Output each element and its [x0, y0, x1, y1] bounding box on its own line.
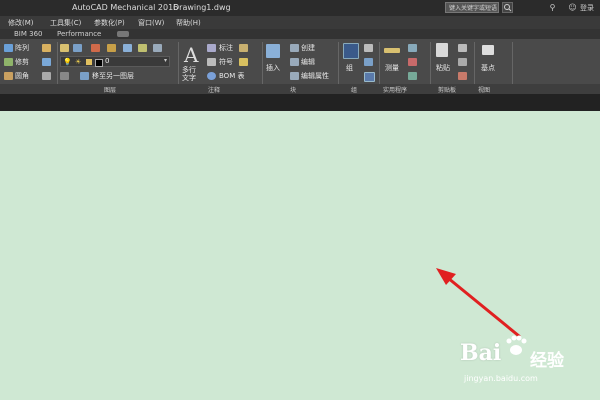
watermark-brand-cn: 经验 — [530, 351, 564, 371]
baidu-watermark: Bai 经验 jingyan.baidu.com — [460, 332, 580, 390]
watermark-brand: Bai — [460, 340, 502, 366]
watermark-url: jingyan.baidu.com — [464, 374, 538, 383]
paw-icon — [506, 335, 527, 355]
